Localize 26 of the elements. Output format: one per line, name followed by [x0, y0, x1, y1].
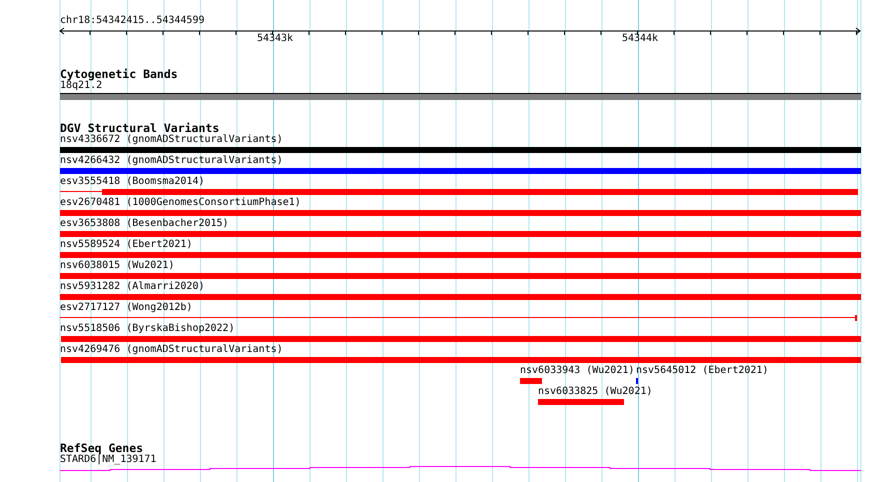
ruler-tick-label: 54344k [622, 33, 658, 45]
track-title: Cytogenetic Bands [60, 68, 178, 80]
variant-label: esv3653808 (Besenbacher2015) [60, 218, 229, 230]
variant-label: esv2717127 (Wong2012b) [60, 302, 192, 314]
variant-label: nsv4266432 (gnomADStructuralVariants) [60, 155, 283, 167]
band-label: 18q21.2 [60, 80, 102, 92]
variant-label: nsv5589524 (Ebert2021) [60, 239, 192, 251]
variant-bar[interactable] [60, 189, 858, 195]
variant-label: nsv6038015 (Wu2021) [60, 260, 174, 272]
variant-label: esv2670481 (1000GenomesConsortiumPhase1) [60, 197, 301, 209]
track-title: DGV Structural Variants [60, 122, 220, 134]
ruler-tick-label: 54343k [256, 33, 294, 45]
cytoband-bar[interactable] [60, 93, 861, 100]
track-title: RefSeq Genes [60, 442, 144, 454]
variant-label: nsv6033825 (Wu2021) [538, 386, 652, 398]
gene-label: STARD6|NM_139171 [60, 454, 156, 466]
variant-line[interactable] [60, 315, 857, 321]
gene-line[interactable] [60, 466, 861, 472]
variant-label: esv3555418 (Boomsma2014) [60, 176, 204, 188]
variant-label: nsv5518506 (ByrskaBishop2022) [60, 323, 235, 335]
ruler-range-label: chr18:54342415..54344599 [60, 15, 204, 27]
variant-label: nsv5645012 (Ebert2021) [636, 365, 768, 377]
variant-label: nsv5931282 (Almarri2020) [60, 281, 204, 293]
variant-label: nsv6033943 (Wu2021) [520, 365, 634, 377]
variant-label: nsv4269476 (gnomADStructuralVariants) [60, 344, 283, 356]
variant-label: nsv4336672 (gnomADStructuralVariants) [60, 134, 283, 146]
